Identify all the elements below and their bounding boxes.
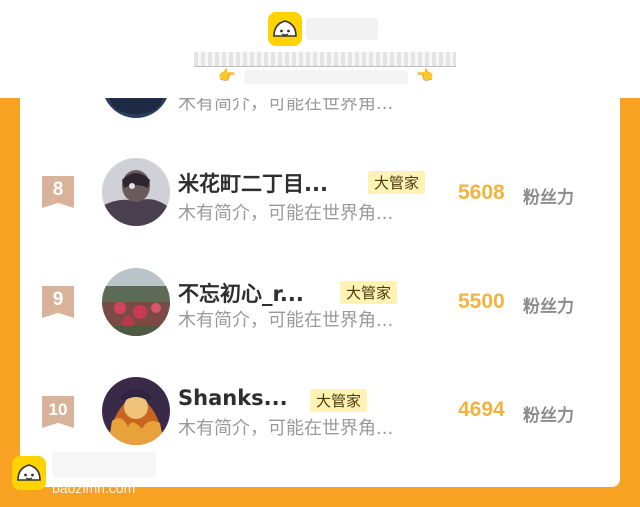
fan-power-unit: 粉丝力 [523, 297, 574, 317]
pointing-hand-icon: 👉 [218, 68, 236, 84]
user-description: 木有简介，可能在世界角... [178, 310, 394, 331]
header-slogan-blurred [194, 52, 456, 67]
fan-power-count: 5500 [458, 290, 505, 313]
user-description: 木有简介，可能在世界角... [178, 203, 394, 224]
fan-power-count: 4694 [458, 398, 505, 421]
avatar [102, 158, 170, 226]
fan-power-count: 5608 [458, 181, 505, 204]
role-tag: 大管家 [368, 171, 426, 194]
baozi-bun-icon [12, 456, 46, 490]
site-name-blurred [306, 18, 378, 40]
username[interactable]: Shanks... [178, 386, 288, 410]
site-name-blurred [52, 452, 156, 478]
header-subtitle-blurred [244, 70, 408, 84]
role-tag: 大管家 [340, 281, 398, 304]
username[interactable]: 不忘初心_r... [178, 278, 304, 308]
role-tag: 大管家 [310, 389, 368, 412]
pointing-hand-icon: 👈 [416, 68, 434, 84]
watermark-url: baozimh.com [52, 480, 136, 496]
user-description: 木有简介，可能在世界角... [178, 418, 394, 439]
avatar [102, 268, 170, 336]
avatar [102, 377, 170, 445]
fan-power-unit: 粉丝力 [523, 188, 574, 208]
fan-power-unit: 粉丝力 [523, 406, 574, 426]
baozi-bun-icon [268, 12, 302, 46]
username[interactable]: 米花町二丁目... [178, 168, 328, 198]
